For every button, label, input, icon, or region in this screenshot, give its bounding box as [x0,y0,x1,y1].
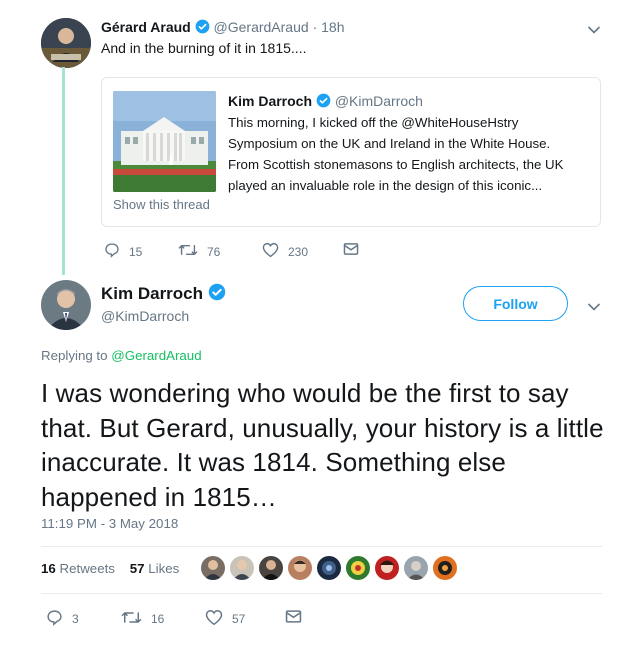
kim-darroch-avatar[interactable] [41,280,91,330]
replying-to-label: Replying to [41,348,108,363]
parent-display-name[interactable]: Gérard Araud [101,19,191,35]
quoted-text-line: played an invaluable role in the design … [228,178,543,193]
reply-icon [104,242,120,261]
reply-action[interactable]: 15 [104,242,142,261]
main-tweet-text: I was wondering who would be the first t… [41,378,604,512]
retweets-stat-label: Retweets [59,561,115,576]
quoted-text-line: This morning, I kicked off the @WhiteHou… [228,115,519,130]
liker-avatar[interactable] [259,556,283,580]
liker-avatar[interactable] [230,556,254,580]
reply-icon [46,609,63,629]
tweet-timestamp[interactable]: 11:19 PM - 3 May 2018 [41,516,178,531]
liker-avatar[interactable] [317,556,341,580]
likes-stat[interactable]: 57 Likes [130,561,180,576]
like-count: 230 [288,244,309,259]
direct-message-action[interactable] [343,242,359,259]
quoted-handle[interactable]: @KimDarroch [335,93,423,109]
gerard-araud-avatar[interactable] [41,18,91,68]
reply-count: 3 [72,612,79,626]
parent-tweet-text: And in the burning of it in 1815.... [101,40,307,56]
reply-count: 15 [129,244,143,259]
chevron-down-icon[interactable] [587,22,601,40]
liker-avatar[interactable] [346,556,370,580]
liker-avatar[interactable] [288,556,312,580]
liker-avatar[interactable] [404,556,428,580]
quoted-tweet-header: Kim Darroch @KimDarroch [228,92,423,112]
thread-connector-line [62,67,65,275]
verified-badge-icon [316,93,331,112]
quoted-text-line: From Scottish stonemasons to English arc… [228,157,564,172]
retweet-count: 16 [151,612,165,626]
chevron-down-icon[interactable] [587,299,601,317]
divider [41,546,602,547]
retweet-icon [178,242,198,261]
quoted-tweet-card[interactable]: Kim Darroch @KimDarroch This morning, I … [101,77,601,227]
liker-avatar[interactable] [433,556,457,580]
like-count: 57 [232,612,246,626]
retweet-icon [121,609,142,629]
white-house-image [113,91,216,192]
follow-button[interactable]: Follow [463,286,568,321]
direct-message-action[interactable] [285,609,302,627]
replying-to-handle-link[interactable]: @GerardAraud [111,348,201,363]
like-action[interactable]: 57 [205,609,245,629]
parent-tweet-header: Gérard Araud @GerardAraud · 18h [101,18,344,38]
parent-time-ago[interactable]: 18h [321,19,344,35]
main-handle[interactable]: @KimDarroch [101,308,189,324]
main-display-name[interactable]: Kim Darroch [101,284,203,303]
liker-avatar[interactable] [375,556,399,580]
quoted-display-name[interactable]: Kim Darroch [228,93,312,109]
main-author-name-row: Kim Darroch [101,283,226,306]
reply-action[interactable]: 3 [46,609,79,629]
quoted-tweet-text: This morning, I kicked off the @WhiteHou… [228,112,564,196]
replying-to: Replying to @GerardAraud [41,348,202,363]
likes-stat-count: 57 [129,561,145,576]
retweet-action[interactable]: 76 [178,242,220,261]
retweet-count: 76 [207,244,221,259]
heart-icon [262,242,279,261]
envelope-icon [343,242,359,259]
retweets-stat[interactable]: 16 Retweets [41,561,115,576]
divider [41,593,602,594]
heart-icon [205,609,223,629]
verified-badge-icon [195,19,210,38]
tweet-stats: 16 Retweets 57 Likes [41,561,179,576]
show-thread-link[interactable]: Show this thread [113,197,210,212]
like-action[interactable]: 230 [262,242,308,261]
retweet-action[interactable]: 16 [121,609,164,629]
envelope-icon [285,609,302,627]
verified-badge-icon [208,283,226,306]
likes-stat-label: Likes [148,561,180,576]
retweets-stat-count: 16 [41,561,56,576]
dot-separator: · [312,19,318,35]
parent-handle[interactable]: @GerardAraud [214,19,309,35]
quoted-text-line: Symposium on the UK and Ireland in the W… [228,136,551,151]
liker-avatar[interactable] [201,556,225,580]
